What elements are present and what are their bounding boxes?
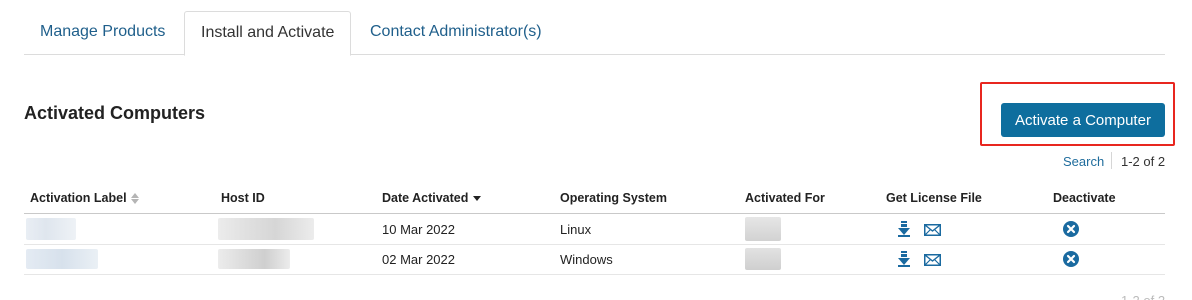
pagination-count-bottom: 1-2 of 2 <box>1121 293 1165 300</box>
sort-descending-icon <box>473 196 482 202</box>
redacted-activation-label <box>26 249 98 269</box>
col-header-operating-system: Operating System <box>560 191 667 205</box>
search-link[interactable]: Search <box>1063 154 1104 169</box>
tab-install-and-activate[interactable]: Install and Activate <box>184 11 352 56</box>
col-header-date-activated[interactable]: Date Activated <box>382 191 482 205</box>
envelope-icon[interactable] <box>924 223 941 241</box>
operating-system: Linux <box>560 222 592 237</box>
col-header-deactivate: Deactivate <box>1053 191 1116 205</box>
row-divider <box>24 274 1165 275</box>
tab-contact-administrators[interactable]: Contact Administrator(s) <box>354 11 558 55</box>
redacted-activated-for <box>745 248 781 270</box>
activate-computer-button[interactable]: Activate a Computer <box>1001 103 1165 137</box>
col-header-activated-for: Activated For <box>745 191 825 205</box>
col-header-activation-label[interactable]: Activation Label <box>30 191 139 205</box>
pager-divider <box>1111 152 1112 169</box>
date-activated: 02 Mar 2022 <box>382 252 455 267</box>
circle-x-icon[interactable] <box>1063 251 1079 272</box>
col-header-label: Date Activated <box>382 191 469 205</box>
table-header-divider <box>24 213 1165 214</box>
tab-manage-products[interactable]: Manage Products <box>24 11 181 55</box>
col-header-host-id: Host ID <box>221 191 265 205</box>
download-icon[interactable] <box>897 221 911 242</box>
redacted-host-id <box>218 218 314 240</box>
operating-system: Windows <box>560 252 613 267</box>
envelope-icon[interactable] <box>924 253 941 271</box>
col-header-label: Activation Label <box>30 191 127 205</box>
circle-x-icon[interactable] <box>1063 221 1079 242</box>
redacted-host-id <box>218 249 290 269</box>
tab-bar: Manage Products Install and Activate Con… <box>24 11 1165 56</box>
date-activated: 10 Mar 2022 <box>382 222 455 237</box>
redacted-activated-for <box>745 217 781 241</box>
redacted-activation-label <box>26 218 76 240</box>
download-icon[interactable] <box>897 251 911 272</box>
sort-both-icon <box>130 193 139 205</box>
row-divider <box>24 244 1165 245</box>
col-header-get-license-file: Get License File <box>886 191 982 205</box>
pagination-count: 1-2 of 2 <box>1121 154 1166 169</box>
section-title: Activated Computers <box>24 103 206 123</box>
